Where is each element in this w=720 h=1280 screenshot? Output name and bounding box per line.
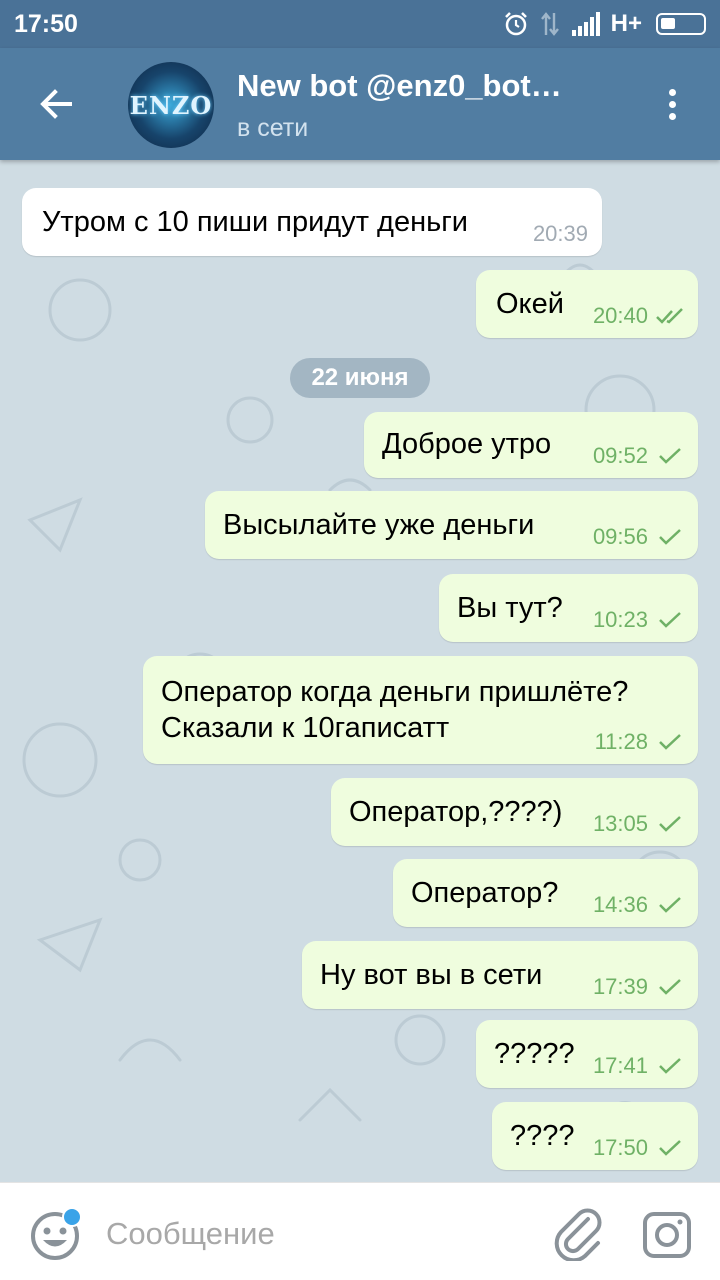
message-bubble-outgoing[interactable]: Доброе утро 09:52 bbox=[364, 412, 698, 478]
message-bubble-incoming[interactable]: Утром с 10 пиши придут деньги 20:39 bbox=[22, 188, 602, 256]
check-icon bbox=[659, 448, 681, 464]
message-time: 11:28 bbox=[594, 729, 648, 754]
message-time: 17:39 bbox=[592, 974, 648, 999]
message-text: Доброе утро bbox=[382, 428, 552, 460]
arrow-left-icon bbox=[40, 89, 72, 119]
message-bubble-outgoing[interactable]: ????? 17:41 bbox=[476, 1020, 698, 1088]
message-bubble-outgoing[interactable]: Высылайте уже деньги 09:56 bbox=[205, 491, 698, 559]
message-text: Оператор,????) bbox=[349, 796, 563, 828]
check-icon bbox=[659, 734, 681, 750]
message-time: 10:23 bbox=[592, 607, 648, 632]
status-bar: 17:50 H+ bbox=[0, 0, 720, 48]
message-list[interactable]: 22 июня Утром с 10 пиши придут деньги 20… bbox=[0, 160, 720, 1182]
message-bubble-outgoing[interactable]: Оператор? 14:36 bbox=[393, 859, 698, 927]
message-bubble-outgoing[interactable]: Оператор,????) 13:05 bbox=[331, 778, 698, 846]
message-bubble-outgoing[interactable]: ???? 17:50 bbox=[492, 1102, 698, 1170]
check-icon bbox=[659, 979, 681, 995]
alarm-icon bbox=[503, 11, 529, 37]
message-time: 17:41 bbox=[592, 1053, 648, 1078]
message-text: ????? bbox=[494, 1038, 575, 1070]
message-bubble-outgoing[interactable]: Окей 20:40 bbox=[476, 270, 698, 338]
check-icon bbox=[659, 897, 681, 913]
message-bubble-outgoing[interactable]: Оператор когда деньги пришлёте? Сказали … bbox=[143, 656, 698, 764]
check-icon bbox=[659, 1140, 681, 1156]
chat-header: ENZO New bot @enz0_bot… в сети bbox=[0, 48, 720, 160]
message-time: 20:40 bbox=[592, 303, 648, 328]
signal-icon bbox=[571, 12, 601, 36]
message-meta: 20:39 bbox=[533, 222, 588, 246]
more-vertical-icon-dot bbox=[668, 112, 676, 120]
message-text: Оператор? bbox=[411, 877, 559, 909]
double-check-icon bbox=[656, 308, 683, 324]
message-text: Ну вот вы в сети bbox=[320, 959, 543, 991]
message-text: Высылайте уже деньги bbox=[223, 509, 535, 541]
message-time: 20:39 bbox=[532, 221, 588, 246]
back-button[interactable] bbox=[30, 78, 82, 130]
message-text: Вы тут? bbox=[457, 592, 563, 624]
paperclip-icon bbox=[554, 1208, 602, 1263]
message-bubble-outgoing[interactable]: Вы тут? 10:23 bbox=[439, 574, 698, 642]
message-meta: 11:28 bbox=[595, 730, 684, 754]
message-meta: 09:52 bbox=[593, 444, 684, 468]
more-vertical-icon-dot bbox=[668, 88, 676, 96]
message-time: 13:05 bbox=[592, 811, 648, 836]
message-text: Утром с 10 пиши придут деньги bbox=[42, 206, 468, 238]
message-meta: 17:50 bbox=[593, 1136, 684, 1160]
message-meta: 20:40 bbox=[593, 304, 684, 328]
message-composer bbox=[0, 1182, 720, 1280]
network-type: H+ bbox=[610, 10, 642, 37]
message-meta: 13:05 bbox=[593, 812, 684, 836]
message-meta: 14:36 bbox=[593, 893, 684, 917]
check-icon bbox=[659, 1058, 681, 1074]
status-icons: H+ bbox=[503, 10, 706, 38]
message-time: 17:50 bbox=[592, 1135, 648, 1160]
message-bubble-outgoing[interactable]: Ну вот вы в сети 17:39 bbox=[302, 941, 698, 1009]
message-time: 14:36 bbox=[592, 892, 648, 917]
message-text: ???? bbox=[510, 1120, 575, 1152]
chat-avatar[interactable]: ENZO bbox=[128, 62, 214, 148]
status-time: 17:50 bbox=[14, 9, 78, 38]
check-icon bbox=[659, 612, 681, 628]
chat-title[interactable]: New bot @enz0_bot… bbox=[237, 68, 607, 104]
message-input[interactable] bbox=[106, 1207, 526, 1261]
message-meta: 17:39 bbox=[593, 975, 684, 999]
camera-icon bbox=[643, 1212, 691, 1258]
message-text: Окей bbox=[496, 288, 564, 320]
message-meta: 10:23 bbox=[593, 608, 684, 632]
more-vertical-icon-dot bbox=[668, 100, 676, 108]
attach-button[interactable] bbox=[550, 1205, 606, 1263]
date-separator: 22 июня bbox=[290, 358, 430, 398]
message-text: Сказали к 10гаписатт bbox=[161, 712, 450, 744]
message-time: 09:52 bbox=[592, 443, 648, 468]
battery-icon bbox=[656, 13, 706, 35]
new-stickers-badge bbox=[62, 1207, 82, 1227]
data-arrows-icon bbox=[539, 11, 561, 37]
message-text: Оператор когда деньги пришлёте? bbox=[161, 676, 629, 708]
chat-status: в сети bbox=[237, 114, 309, 142]
check-icon bbox=[659, 816, 681, 832]
camera-button[interactable] bbox=[640, 1209, 694, 1261]
check-icon bbox=[659, 529, 681, 545]
message-time: 09:56 bbox=[592, 524, 648, 549]
more-options-button[interactable] bbox=[652, 80, 692, 128]
message-meta: 09:56 bbox=[593, 525, 684, 549]
avatar-logo-text: ENZO bbox=[129, 90, 213, 120]
message-meta: 17:41 bbox=[593, 1054, 684, 1078]
